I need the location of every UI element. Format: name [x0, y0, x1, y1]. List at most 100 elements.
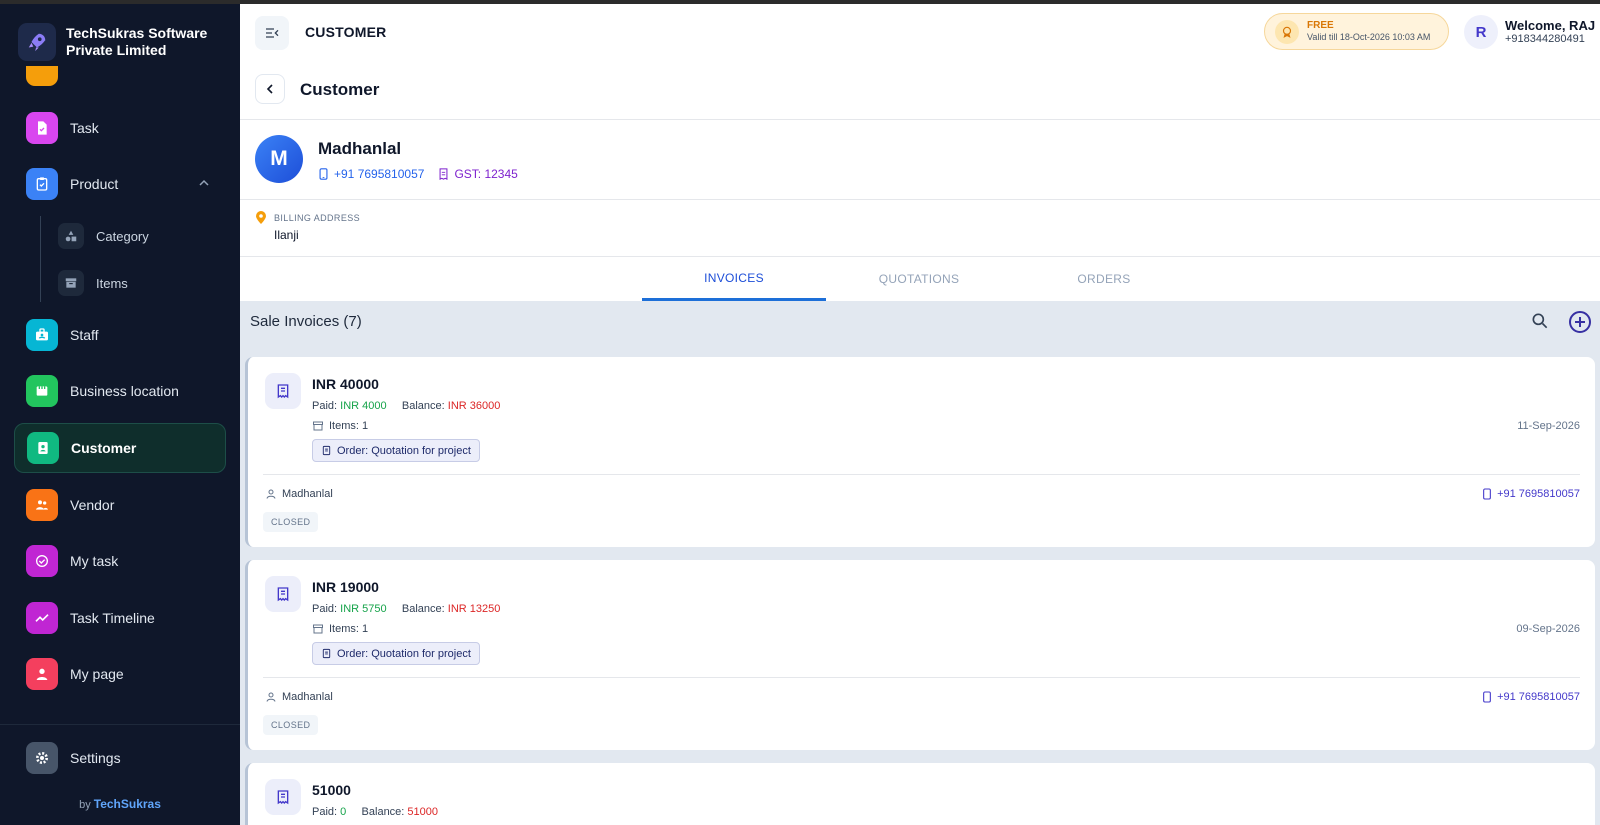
invoice-items: Items: 1	[312, 623, 368, 635]
footer-byline: by TechSukras	[0, 797, 240, 811]
company-name: TechSukras Software Private Limited	[66, 25, 208, 58]
user-avatar[interactable]: R	[1464, 15, 1498, 49]
plan-badge[interactable]: FREE Valid till 18-Oct-2026 10:03 AM	[1264, 13, 1449, 50]
sidebar-item-label: Staff	[70, 327, 99, 343]
invoice-payment: Paid: 0 Balance: 51000	[312, 806, 438, 818]
status-badge: CLOSED	[263, 715, 319, 735]
invoice-phone: +91 7695810057	[1497, 488, 1580, 500]
order-badge[interactable]: Order: Quotation for project	[312, 642, 480, 665]
invoice-phone-link[interactable]: +91 7695810057	[1482, 691, 1580, 703]
customer-phone-link[interactable]: +91 7695810057	[318, 167, 424, 181]
invoice-card[interactable]: 51000 Paid: 0 Balance: 51000	[245, 763, 1595, 825]
sidebar-item-customer[interactable]: Customer	[14, 423, 226, 473]
tab-quotations[interactable]: QUOTATIONS	[827, 257, 1011, 301]
sidebar-item-settings[interactable]: Settings	[14, 733, 226, 783]
invoice-items: Items: 1	[312, 420, 368, 432]
document-icon	[322, 445, 331, 456]
paid-amount: 0	[340, 806, 347, 818]
tab-invoices[interactable]: INVOICES	[642, 257, 826, 301]
tab-bar: INVOICES QUOTATIONS ORDERS	[240, 257, 1600, 301]
chevron-up-icon[interactable]	[198, 177, 210, 189]
invoice-payment: Paid: INR 4000 Balance: INR 36000	[312, 400, 500, 412]
phone-icon	[1483, 691, 1491, 703]
sidebar-item-product[interactable]: Product	[14, 159, 226, 209]
invoice-date: 11-Sep-2026	[1517, 420, 1580, 432]
balance-label: Balance:	[401, 603, 445, 615]
customer-name: Madhanlal	[318, 139, 402, 158]
paid-label: Paid:	[312, 806, 338, 818]
sidebar: TechSukras Software Private Limited Task…	[0, 4, 240, 825]
order-label: Order: Quotation for project	[337, 647, 471, 660]
invoice-date: 09-Sep-2026	[1516, 623, 1580, 635]
sidebar-item-my-page[interactable]: My page	[14, 649, 226, 699]
sidebar-item-business-location[interactable]: Business location	[14, 366, 226, 416]
add-circle-icon[interactable]	[1568, 310, 1592, 334]
sidebar-subitem-label: Items	[96, 275, 128, 291]
sidebar-subitem-category[interactable]: Category	[58, 221, 218, 251]
document-icon	[322, 648, 331, 659]
billing-address-section: BILLING ADDRESS Ilanji	[240, 199, 1600, 257]
order-badge[interactable]: Order: Quotation for project	[312, 439, 480, 462]
sidebar-item-my-task[interactable]: My task	[14, 536, 226, 586]
paid-amount: INR 5750	[340, 603, 387, 615]
sidebar-item-task-timeline[interactable]: Task Timeline	[14, 593, 226, 643]
customer-gst: GST: 12345	[438, 167, 518, 181]
sidebar-item-peek[interactable]	[26, 66, 58, 86]
location-pin-icon	[256, 211, 266, 224]
phone-icon	[319, 168, 328, 180]
sidebar-item-task[interactable]: Task	[14, 103, 226, 153]
menu-toggle-button[interactable]	[255, 16, 289, 50]
invoice-amount: INR 19000	[312, 579, 379, 595]
vendor-icon	[26, 489, 58, 521]
sidebar-item-label: Settings	[70, 750, 121, 766]
sidebar-item-staff[interactable]: Staff	[14, 310, 226, 360]
person-icon	[266, 692, 276, 702]
balance-amount: INR 36000	[447, 400, 501, 412]
sidebar-item-label: Task Timeline	[70, 610, 155, 626]
sidebar-item-label: Task	[70, 120, 99, 136]
balance-amount: INR 13250	[447, 603, 501, 615]
sidebar-divider	[0, 724, 240, 725]
sidebar-item-vendor[interactable]: Vendor	[14, 480, 226, 530]
page-title: Customer	[300, 80, 380, 99]
staff-icon	[26, 319, 58, 351]
invoice-icon	[265, 373, 301, 409]
sidebar-item-label: Product	[70, 176, 119, 192]
invoice-customer: Madhanlal	[265, 691, 333, 703]
menu-collapse-icon	[266, 28, 279, 38]
order-label: Order: Quotation for project	[337, 444, 471, 457]
topbar-title: CUSTOMER	[305, 24, 387, 40]
tab-orders[interactable]: ORDERS	[1012, 257, 1196, 301]
search-icon[interactable]	[1530, 311, 1550, 331]
balance-amount: 51000	[407, 806, 439, 818]
sidebar-subitem-label: Category	[96, 228, 149, 244]
balance-label: Balance:	[361, 806, 405, 818]
person-icon	[266, 489, 276, 499]
sidebar-subitem-items[interactable]: Items	[58, 268, 218, 298]
sidebar-item-label: Business location	[70, 383, 179, 399]
shapes-icon	[58, 223, 84, 249]
submenu-line	[40, 216, 41, 302]
invoice-card[interactable]: INR 19000 Paid: INR 5750 Balance: INR 13…	[245, 560, 1595, 750]
user-info[interactable]: Welcome, RAJ +918344280491	[1505, 18, 1595, 46]
billing-address-value: Ilanji	[274, 228, 299, 242]
badge-icon	[1275, 19, 1299, 44]
byline-prefix: by	[79, 799, 91, 811]
page-header: Customer	[240, 60, 1600, 120]
main-content: CUSTOMER FREE Valid till 18-Oct-2026 10:…	[240, 4, 1600, 825]
brand[interactable]: TechSukras Software Private Limited	[18, 22, 233, 62]
paid-label: Paid:	[312, 603, 338, 615]
archive-icon	[58, 270, 84, 296]
sidebar-item-label: Customer	[71, 440, 137, 456]
check-circle-icon	[26, 545, 58, 577]
invoice-card[interactable]: INR 40000 Paid: INR 4000 Balance: INR 36…	[245, 357, 1595, 547]
back-button[interactable]	[255, 74, 285, 104]
invoice-phone-link[interactable]: +91 7695810057	[1482, 488, 1580, 500]
card-divider	[263, 474, 1580, 475]
rocket-icon	[18, 23, 56, 61]
byline-brand[interactable]: TechSukras	[94, 797, 161, 811]
invoice-amount: INR 40000	[312, 376, 379, 392]
sidebar-item-label: My task	[70, 553, 119, 569]
balance-label: Balance:	[401, 400, 445, 412]
customer-gst-value: GST: 12345	[454, 167, 518, 181]
